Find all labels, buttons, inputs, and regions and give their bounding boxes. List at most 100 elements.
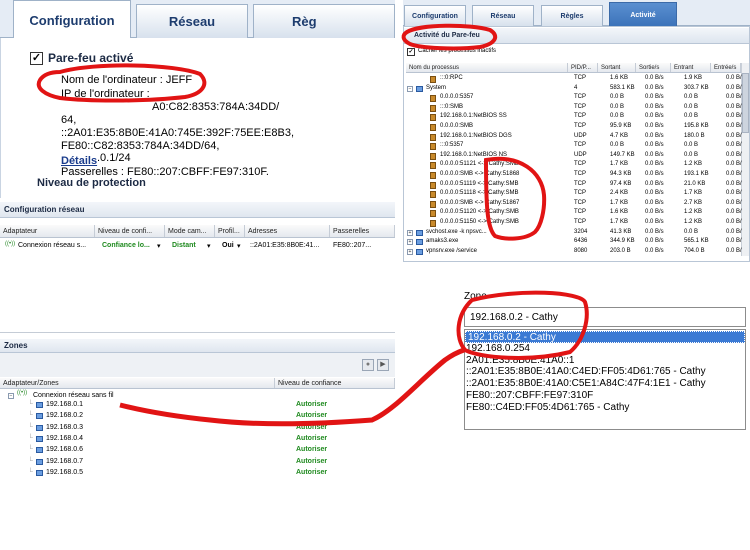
process-icon	[416, 239, 423, 246]
col-process-name[interactable]: Nom du processus	[406, 63, 568, 72]
process-name: :::0:SMB	[440, 103, 464, 110]
row-trust[interactable]: Confiance lo...	[102, 242, 150, 249]
col-adapter-zones[interactable]: Adaptateur/Zones	[0, 378, 275, 388]
process-out: 97.4 KB	[610, 180, 632, 187]
process-pid: TCP	[574, 161, 586, 168]
zone-trust[interactable]: Autoriser	[296, 435, 327, 442]
process-pid: TCP	[574, 75, 586, 81]
expand-icon[interactable]: −	[407, 85, 413, 92]
process-icon	[430, 172, 436, 179]
col-in-rate[interactable]: Entrée/s	[711, 63, 741, 72]
process-in-rate: 0.0 B/	[726, 238, 742, 245]
process-in-rate: 0.0 B/	[726, 228, 742, 235]
tab-reseau[interactable]: Réseau	[136, 4, 248, 38]
process-pid: TCP	[574, 209, 586, 216]
process-out: 0.0 B	[610, 113, 625, 120]
process-out: 583.1 KB	[610, 84, 635, 91]
tree-branch: └	[28, 446, 33, 454]
col-adresses[interactable]: Adresses	[245, 225, 330, 237]
firewall-checkbox[interactable]: ✓	[30, 52, 43, 65]
zone-trust[interactable]: Autoriser	[296, 401, 327, 408]
col-pid[interactable]: PID/P...	[568, 63, 598, 72]
process-in: 2.7 KB	[684, 199, 703, 206]
chevron-down-icon[interactable]: ▾	[157, 242, 161, 250]
tab-reseau[interactable]: Réseau	[472, 5, 534, 26]
chevron-down-icon[interactable]: ▾	[207, 242, 211, 250]
expand-icon[interactable]: +	[407, 229, 413, 236]
process-out-rate: 0.0 B/s	[645, 75, 664, 81]
col-niveau[interactable]: Niveau de confi...	[95, 225, 165, 237]
process-icon	[416, 248, 423, 255]
zone-option[interactable]: 192.168.0.254	[466, 343, 530, 354]
process-name: :::0:RPC	[440, 75, 463, 81]
process-in-rate: 0.0 B/	[726, 103, 742, 110]
process-icon	[430, 181, 436, 189]
zones-header: Zones	[0, 339, 395, 353]
zone-trust[interactable]: Autoriser	[296, 424, 327, 431]
ip-line-4: FE80::C82:8353:784A:34DD/64,	[61, 140, 220, 152]
col-trust-level[interactable]: Niveau de confiance	[275, 378, 395, 388]
col-profil[interactable]: Profil...	[215, 225, 245, 237]
process-out: 0.0 B	[610, 94, 625, 101]
zone-group-label: Connexion réseau sans fil	[33, 392, 114, 399]
col-outgoing[interactable]: Sortant	[598, 63, 636, 72]
process-in-rate: 0.0 B/	[726, 199, 742, 206]
col-out-rate[interactable]: Sortie/s	[636, 63, 671, 72]
zone-trust[interactable]: Autoriser	[296, 446, 327, 453]
process-in: 565.1 KB	[684, 238, 709, 245]
process-name: 0.0.0.0:SMB	[440, 123, 474, 129]
ip-line-5: .0.1/24	[97, 152, 131, 164]
process-in-rate: 0.0 B/	[726, 180, 742, 187]
hide-inactive-checkbox[interactable]: ✓	[407, 48, 415, 56]
process-name: svchost.exe -k npsvc...	[426, 228, 487, 235]
process-out-rate: 0.0 B/s	[645, 84, 664, 91]
play-icon[interactable]: ▶	[377, 359, 389, 371]
process-pid: TCP	[574, 103, 586, 110]
tab-regles[interactable]: Règ	[253, 4, 395, 38]
network-config-row[interactable]: ((•)) Connexion réseau s... Confiance lo…	[0, 239, 395, 253]
process-in-rate: 0.0 B/	[726, 219, 742, 225]
zone-trust[interactable]: Autoriser	[296, 412, 327, 419]
zone-trust[interactable]: Autoriser	[296, 458, 327, 465]
zone-option-selected[interactable]: 192.168.0.2 - Cathy	[465, 331, 745, 343]
tab-activite[interactable]: Activité	[609, 2, 677, 27]
chevron-down-icon[interactable]: ▾	[237, 242, 241, 250]
zone-ip: 192.168.0.2	[46, 412, 83, 420]
col-adaptateur[interactable]: Adaptateur	[0, 225, 95, 237]
expand-icon[interactable]: +	[407, 248, 413, 255]
tab-regles[interactable]: Règles	[541, 5, 603, 26]
zone-option[interactable]: ::2A01:E35:8B0E:41A0:C5E1:A84C:47F4:1E1 …	[466, 378, 706, 389]
row-mode[interactable]: Distant	[172, 242, 196, 249]
zone-option[interactable]: FE80::207:CBFF:FE97:310F	[466, 390, 593, 401]
col-incoming[interactable]: Entrant	[671, 63, 711, 72]
process-in: 193.1 KB	[684, 171, 709, 177]
process-out: 0.0 B	[610, 142, 625, 149]
zone-option[interactable]: 2A01:E35:8B0E:41A0::1	[466, 355, 574, 366]
process-out-rate: 0.0 B/s	[645, 142, 664, 149]
process-out-rate: 0.0 B/s	[645, 151, 664, 158]
tree-branch: └	[28, 434, 33, 442]
tab-configuration[interactable]: Configuration	[404, 5, 466, 26]
process-out-rate: 0.0 B/s	[645, 132, 664, 139]
zone-trust[interactable]: Autoriser	[296, 469, 327, 476]
expand-icon[interactable]: +	[407, 239, 413, 246]
process-out: 0.0 B	[610, 103, 625, 110]
process-pid: 6436	[574, 238, 588, 245]
process-pid: TCP	[574, 180, 586, 187]
process-in-rate: 0.0 B/	[726, 84, 742, 91]
process-out-rate: 0.0 B/s	[645, 123, 664, 129]
process-in: 1.9 KB	[684, 75, 703, 81]
computer-icon	[36, 413, 43, 420]
collapse-icon[interactable]: −	[8, 393, 14, 399]
tab-configuration[interactable]: Configuration	[13, 0, 131, 39]
remove-zone-icon[interactable]: ●	[362, 359, 374, 371]
col-mode[interactable]: Mode cam...	[165, 225, 215, 237]
zone-select[interactable]: 192.168.0.2 - Cathy	[464, 307, 746, 327]
row-profile[interactable]: Oui	[222, 242, 234, 249]
process-icon	[430, 152, 436, 160]
zone-option[interactable]: ::2A01:E35:8B0E:41A0:C4ED:FF05:4D61:765 …	[466, 366, 706, 377]
zone-option[interactable]: FE80::C4ED:FF05:4D61:765 - Cathy	[466, 402, 629, 413]
process-pid: TCP	[574, 113, 586, 120]
process-name: 192.168.0.1:NetBIOS NS	[440, 151, 508, 158]
col-passerelles[interactable]: Passerelles	[330, 225, 395, 237]
